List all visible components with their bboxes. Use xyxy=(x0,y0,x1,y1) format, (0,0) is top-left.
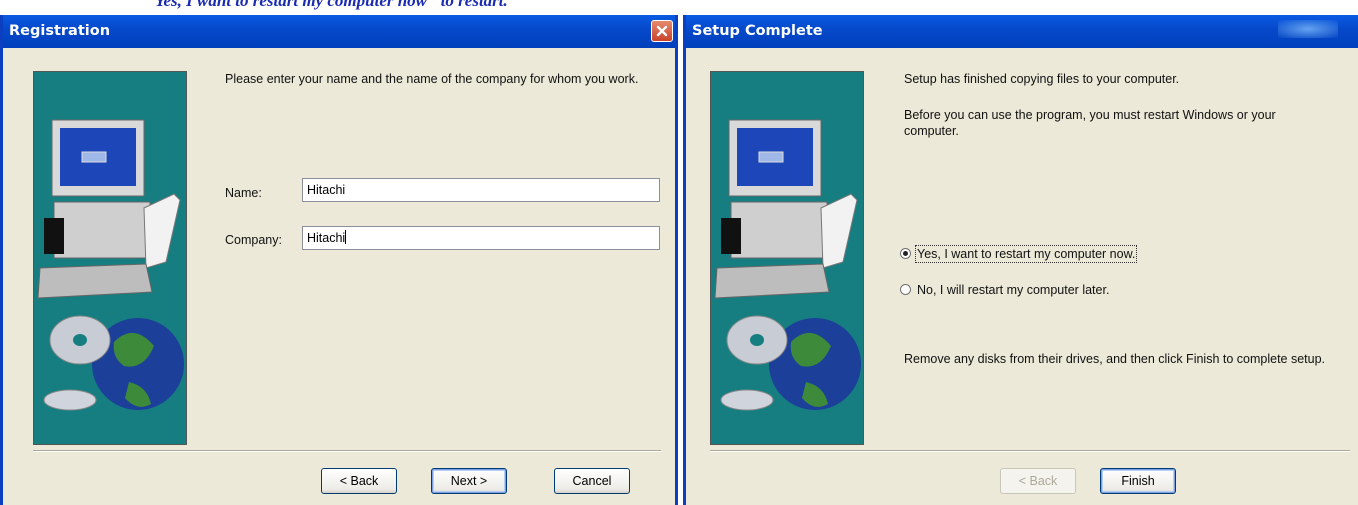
computer-globe-icon xyxy=(714,119,861,411)
setup-complete-title: Setup Complete xyxy=(692,23,823,39)
company-label: Company: xyxy=(225,233,282,247)
separator xyxy=(33,450,661,452)
name-field[interactable]: Hitachi xyxy=(302,178,660,202)
registration-dialog: Registration Please enter your name and … xyxy=(0,15,678,505)
name-label: Name: xyxy=(225,186,262,200)
restart-later-radio[interactable]: No, I will restart my computer later. xyxy=(900,283,1109,297)
setup-complete-titlebar[interactable]: Setup Complete xyxy=(686,15,1358,48)
back-button[interactable]: < Back xyxy=(321,468,397,494)
registration-titlebar[interactable]: Registration xyxy=(3,15,675,48)
registration-title: Registration xyxy=(9,23,111,39)
remove-disks-text: Remove any disks from their drives, and … xyxy=(904,352,1326,366)
setup-complete-dialog: Setup Complete Setup has finished copyin… xyxy=(683,15,1358,505)
radio-unselected-icon xyxy=(900,284,911,295)
setup-finished-text: Setup has finished copying files to your… xyxy=(904,72,1180,86)
close-button[interactable] xyxy=(651,20,673,42)
company-field[interactable]: Hitachi xyxy=(302,226,660,250)
restart-notice: Before you can use the program, you must… xyxy=(904,108,1276,138)
close-icon xyxy=(656,25,668,37)
computer-globe-icon xyxy=(37,119,184,411)
separator xyxy=(710,450,1350,452)
next-button[interactable]: Next > xyxy=(431,468,507,494)
titlebar-glow xyxy=(1278,20,1338,38)
radio-selected-icon xyxy=(900,248,911,259)
cancel-button[interactable]: Cancel xyxy=(554,468,630,494)
setup-illustration xyxy=(710,71,864,445)
text-caret xyxy=(345,230,347,244)
finish-button[interactable]: Finish xyxy=(1100,468,1176,494)
setup-illustration xyxy=(33,71,187,445)
restart-now-radio[interactable]: Yes, I want to restart my computer now. xyxy=(900,245,1138,263)
instruction-caption: Yes, I want to restart my computer now" … xyxy=(155,0,508,10)
registration-instruction: Please enter your name and the name of t… xyxy=(225,72,639,86)
back-button-disabled[interactable]: < Back xyxy=(1000,468,1076,494)
